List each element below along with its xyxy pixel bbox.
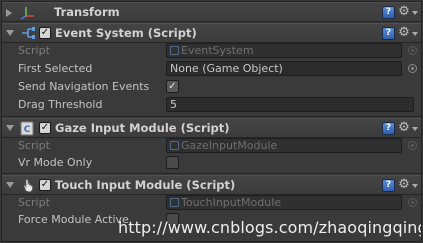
watermark-url: http://www.cnblogs.com/zhaoqingqing/ [118,218,422,237]
object-picker-icon[interactable] [408,64,417,73]
touch-input-header[interactable]: ✓ Touch Input Module (Script) ? ⚙ [2,175,421,195]
transform-title: Transform [54,5,120,19]
drag-threshold-label: Drag Threshold [18,98,103,111]
divider [2,173,421,174]
script-file-icon [170,141,179,150]
foldout-open-icon[interactable] [6,182,14,188]
event-system-icon [20,26,36,41]
gear-icon[interactable]: ⚙ [397,178,411,192]
divider [2,116,421,117]
object-picker-icon [408,141,417,150]
gear-icon[interactable]: ⚙ [397,121,411,135]
vr-mode-label: Vr Mode Only [18,156,93,169]
vr-mode-row: Vr Mode Only [2,154,421,171]
transform-header[interactable]: Transform ? ⚙ [2,2,421,22]
force-module-label: Force Module Active [18,213,129,226]
gear-icon[interactable]: ⚙ [397,5,411,19]
foldout-closed-icon[interactable] [6,9,12,17]
script-field: GazeInputModule [166,138,402,153]
gaze-module-icon: C [20,121,36,136]
vr-mode-checkbox[interactable] [166,156,179,169]
send-navigation-label: Send Navigation Events [18,80,150,93]
script-label: Script [18,139,50,152]
gear-icon[interactable]: ⚙ [397,26,411,40]
event-system-script-row: Script EventSystem [2,42,421,59]
touch-script-row: Script TouchInputModule [2,194,421,211]
help-icon[interactable]: ? [382,6,395,19]
send-navigation-row: Send Navigation Events ✓ [2,78,421,95]
chevron-down-icon [412,184,418,188]
first-selected-field[interactable]: None (Game Object) [166,61,402,76]
gaze-input-enabled-checkbox[interactable]: ✓ [39,122,51,134]
script-value: EventSystem [181,44,254,57]
chevron-down-icon [412,127,418,131]
drag-threshold-field[interactable]: 5 [166,97,414,112]
help-icon[interactable]: ? [382,179,395,192]
event-system-enabled-checkbox[interactable]: ✓ [39,27,51,39]
chevron-down-icon [412,32,418,36]
drag-threshold-row: Drag Threshold 5 [2,96,421,113]
script-value: TouchInputModule [181,196,282,209]
help-icon[interactable]: ? [382,27,395,40]
gaze-input-title: Gaze Input Module (Script) [55,121,230,135]
touch-hand-icon [20,178,36,193]
touch-input-enabled-checkbox[interactable]: ✓ [39,179,51,191]
script-value: GazeInputModule [181,139,278,152]
script-label: Script [18,44,50,57]
first-selected-label: First Selected [18,62,93,75]
foldout-open-icon[interactable] [6,125,14,131]
gaze-input-header[interactable]: C ✓ Gaze Input Module (Script) ? ⚙ [2,118,421,138]
first-selected-row: First Selected None (Game Object) [2,60,421,77]
script-file-icon [170,46,179,55]
transform-axes-icon [20,5,36,20]
help-icon[interactable]: ? [382,122,395,135]
gaze-script-row: Script GazeInputModule [2,137,421,154]
script-field: TouchInputModule [166,195,402,210]
script-field: EventSystem [166,43,402,58]
event-system-header[interactable]: ✓ Event System (Script) ? ⚙ [2,23,421,43]
svg-text:C: C [24,125,31,135]
object-picker-icon [408,46,417,55]
touch-input-title: Touch Input Module (Script) [55,178,236,192]
object-picker-icon [408,198,417,207]
foldout-open-icon[interactable] [6,30,14,36]
script-label: Script [18,196,50,209]
chevron-down-icon [412,11,418,15]
send-navigation-checkbox[interactable]: ✓ [166,80,179,93]
event-system-title: Event System (Script) [55,26,197,40]
script-file-icon [170,198,179,207]
inspector-panel: Transform ? ⚙ ✓ Event System (Script) ? … [1,1,422,242]
